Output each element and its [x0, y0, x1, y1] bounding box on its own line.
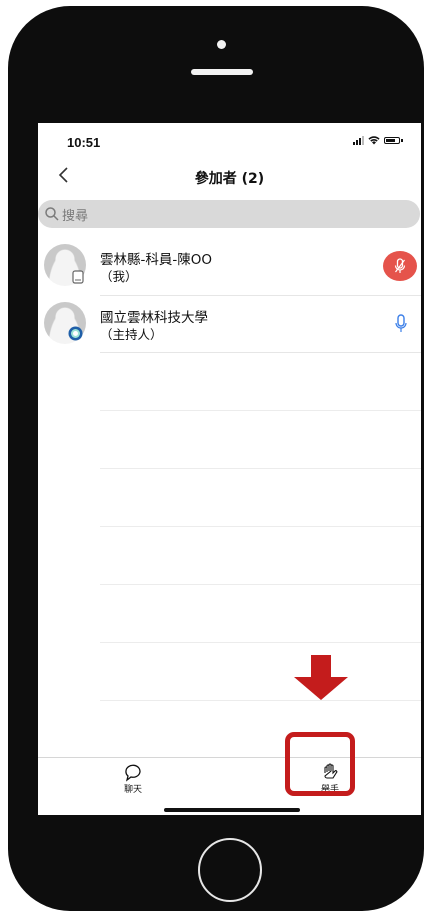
search-placeholder: 搜尋 — [62, 208, 89, 224]
host-icon — [68, 326, 83, 341]
home-button[interactable] — [198, 838, 262, 902]
down-arrow-icon — [294, 655, 348, 700]
nav-bar: 參加者 (2) — [38, 155, 421, 195]
status-bar: 10:51 — [38, 123, 421, 153]
list-divider — [100, 642, 421, 643]
home-indicator — [164, 808, 300, 812]
screen: 10:51 參加者 (2) 搜尋 雲林縣-科員-陳OO （我） 國立雲林科技大學… — [38, 123, 421, 815]
phone-device-icon — [72, 270, 84, 284]
list-divider — [100, 410, 421, 411]
list-divider — [100, 700, 421, 701]
list-divider — [100, 584, 421, 585]
tab-chat[interactable]: 聊天 — [109, 762, 157, 806]
participant-row[interactable]: 雲林縣-科員-陳OO （我） — [38, 239, 421, 295]
earpiece-speaker — [191, 69, 253, 75]
participant-row[interactable]: 國立雲林科技大學 （主持人） — [38, 297, 421, 353]
wifi-icon — [368, 136, 380, 145]
row-divider — [100, 295, 421, 296]
signal-icon — [353, 136, 364, 145]
microphone-icon[interactable] — [393, 313, 409, 335]
page-title: 參加者 (2) — [194, 171, 265, 187]
battery-icon — [384, 137, 400, 144]
tab-bar: 聊天 舉手 — [38, 757, 421, 815]
front-camera — [217, 40, 226, 49]
row-divider — [100, 352, 421, 353]
tab-chat-label: 聊天 — [123, 785, 142, 795]
participant-name: 雲林縣-科員-陳OO — [100, 252, 212, 268]
battery-cap — [401, 139, 403, 142]
participant-role: （我） — [100, 269, 138, 284]
chat-bubble-icon — [125, 764, 141, 782]
status-time: 10:51 — [67, 135, 101, 150]
search-input[interactable]: 搜尋 — [38, 200, 420, 228]
list-divider — [100, 526, 421, 527]
highlight-box — [285, 732, 355, 796]
participant-role: （主持人） — [100, 327, 163, 342]
participant-name: 國立雲林科技大學 — [100, 310, 208, 326]
mute-microphone-button[interactable] — [383, 251, 417, 281]
search-icon — [45, 207, 59, 221]
microphone-muted-icon — [394, 258, 406, 273]
list-divider — [100, 468, 421, 469]
status-icons — [353, 136, 403, 145]
phone-frame: 10:51 參加者 (2) 搜尋 雲林縣-科員-陳OO （我） 國立雲林科技大學… — [8, 6, 424, 911]
